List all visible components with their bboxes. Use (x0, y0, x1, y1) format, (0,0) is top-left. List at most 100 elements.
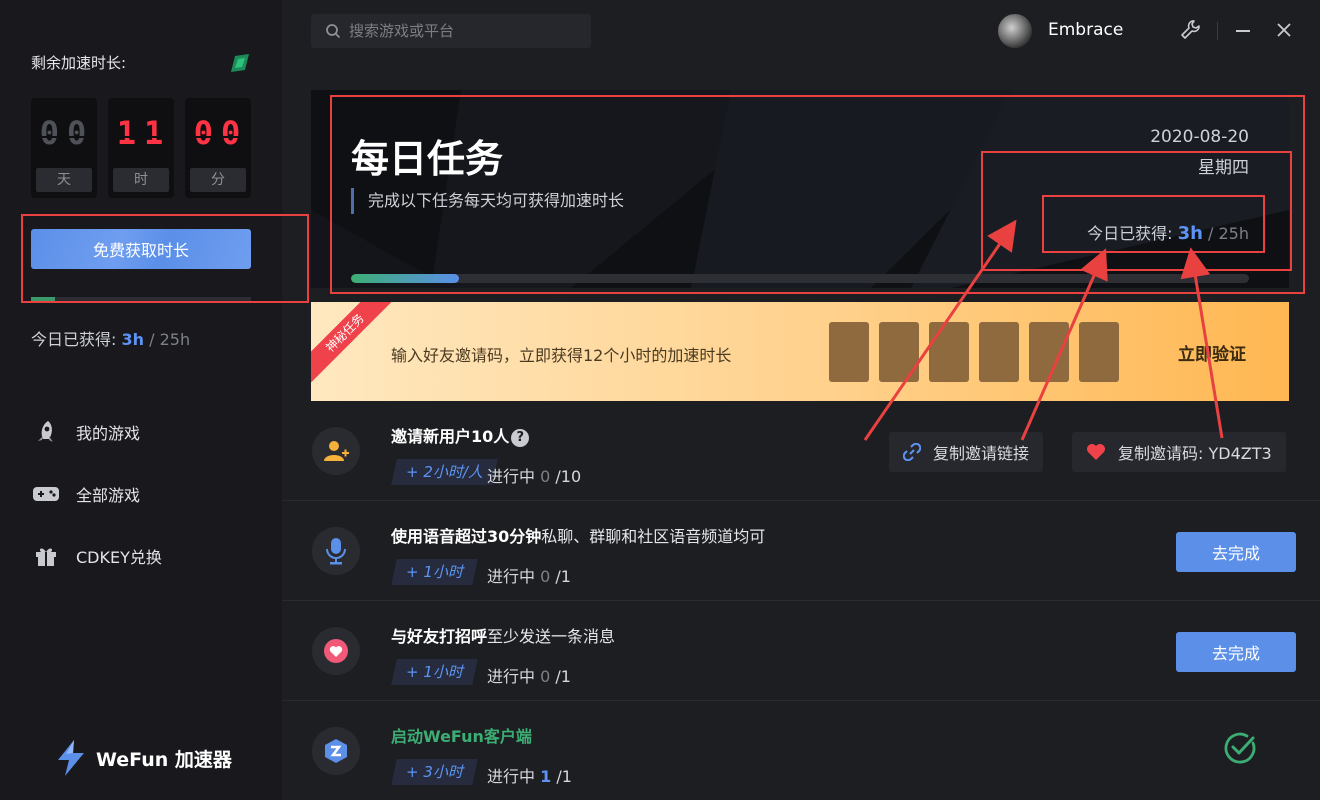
task-status: 进行中 0 /1 (487, 663, 571, 687)
wefun-app-icon (312, 727, 360, 775)
heart-icon (1086, 443, 1106, 461)
copy-invite-code-label: 复制邀请码: YD4ZT3 (1118, 444, 1272, 463)
username[interactable]: Embrace (1048, 20, 1123, 40)
wrench-icon[interactable] (1180, 20, 1200, 40)
go-complete-button[interactable]: 去完成 (1176, 532, 1296, 572)
microphone-icon (312, 527, 360, 575)
task-progress-total: /1 (556, 767, 572, 786)
verify-now-button[interactable]: 立即验证 (1178, 340, 1246, 365)
nav-my-games[interactable]: 我的游戏 (31, 416, 251, 448)
nav-all-games[interactable]: 全部游戏 (31, 478, 251, 510)
task-title-main: 使用语音超过30分钟 (391, 527, 542, 546)
task-reward-text: + 1小时 (406, 563, 463, 581)
daily-task-banner: 每日任务 完成以下任务每天均可获得加速时长 2020-08-20 星期四 今日已… (311, 90, 1289, 288)
task-status-label: 进行中 (487, 667, 536, 686)
task-row-greet-friend: 与好友打招呼至少发送一条消息 + 1小时 进行中 0 /1 去完成 (282, 601, 1320, 701)
invite-code-slot[interactable] (1029, 322, 1069, 382)
nav-cdkey[interactable]: CDKEY兑换 (31, 540, 251, 572)
sidebar: 剩余加速时长: 00 天 11 时 00 分 免费获取时长 今日已获得: 3h … (0, 0, 282, 800)
gamepad-icon (31, 479, 61, 509)
invite-code-slot[interactable] (829, 322, 869, 382)
lightning-logo-icon (58, 740, 84, 776)
today-earned-total: / 25h (149, 330, 191, 349)
check-circle-icon (1224, 732, 1256, 764)
task-title-main: 启动WeFun客户端 (391, 727, 532, 746)
copy-invite-code-button[interactable]: 复制邀请码: YD4ZT3 (1072, 432, 1286, 472)
task-title-detail: 至少发送一条消息 (487, 627, 616, 646)
timer-days: 00 天 (31, 98, 97, 198)
task-progress-total: /1 (555, 567, 571, 586)
today-earned-label: 今日已获得: (31, 330, 117, 349)
task-title-detail: 私聊、群聊和社区语音频道均可 (541, 527, 766, 546)
add-user-icon (312, 427, 360, 475)
task-reward-text: + 3小时 (406, 763, 463, 781)
task-progress-count: 0 (540, 567, 551, 586)
invite-code-prompt: 输入好友邀请码，立即获得12个小时的加速时长 (391, 346, 732, 365)
task-status-label: 进行中 (487, 767, 536, 786)
avatar[interactable] (998, 14, 1032, 48)
banner-progress-bar (351, 274, 1249, 283)
task-reward-badge: + 1小时 (391, 559, 478, 585)
remaining-time-title: 剩余加速时长: (31, 54, 127, 72)
banner-today-earned: 今日已获得: 3h / 25h (1087, 220, 1249, 244)
rocket-icon (31, 417, 61, 447)
invite-code-slot[interactable] (879, 322, 919, 382)
close-icon[interactable] (1276, 22, 1292, 38)
timer-hours-unit: 时 (113, 168, 169, 192)
nav-cdkey-label: CDKEY兑换 (76, 548, 162, 567)
task-title: 启动WeFun客户端 (391, 723, 532, 747)
search-input[interactable] (349, 14, 579, 48)
today-earned-hours: 3h (121, 330, 145, 349)
invite-code-slot[interactable] (1079, 322, 1119, 382)
task-progress-count: 1 (540, 767, 552, 786)
task-reward-badge: + 3小时 (391, 759, 478, 785)
task-title-main: 邀请新用户10人 (391, 427, 510, 446)
task-row-invite-users: 邀请新用户10人? + 2小时/人 进行中 0 /10 复制邀请链接 复制邀请码… (282, 401, 1320, 501)
timer-hours: 11 时 (108, 98, 174, 198)
titlebar-divider (1217, 22, 1218, 40)
banner-earned-hours: 3h (1177, 223, 1203, 244)
timer-days-value: 00 (39, 114, 95, 152)
search-icon (326, 24, 341, 39)
today-earned: 今日已获得: 3h / 25h (31, 326, 190, 350)
task-status: 进行中 1 /1 (487, 763, 572, 787)
task-title: 使用语音超过30分钟私聊、群聊和社区语音频道均可 (391, 523, 765, 547)
timer-days-unit: 天 (36, 168, 92, 192)
task-progress-count: 0 (540, 667, 551, 686)
timer-hours-value: 11 (116, 114, 172, 152)
sidebar-progress-bar (31, 297, 251, 301)
task-title: 邀请新用户10人? (391, 423, 530, 447)
nav-all-games-label: 全部游戏 (76, 486, 141, 505)
link-icon (903, 443, 921, 461)
banner-title: 每日任务 (351, 137, 504, 181)
timer-minutes: 00 分 (185, 98, 251, 198)
task-title-main: 与好友打招呼 (391, 627, 488, 646)
copy-invite-link-label: 复制邀请链接 (933, 444, 1030, 463)
go-complete-button[interactable]: 去完成 (1176, 632, 1296, 672)
brand-mark-icon (231, 54, 249, 72)
banner-earned-label: 今日已获得: (1087, 224, 1173, 243)
task-reward-text: + 1小时 (406, 663, 463, 681)
task-progress-count: 0 (540, 467, 551, 486)
invite-code-slot[interactable] (979, 322, 1019, 382)
banner-progress-fill (351, 274, 459, 283)
task-reward-badge: + 1小时 (391, 659, 478, 685)
banner-weekday: 星期四 (1198, 158, 1249, 178)
app-window: 剩余加速时长: 00 天 11 时 00 分 免费获取时长 今日已获得: 3h … (0, 0, 1320, 800)
gift-icon (31, 541, 61, 571)
heart-chat-icon (312, 627, 360, 675)
help-icon[interactable]: ? (511, 429, 530, 447)
invite-code-slot[interactable] (929, 322, 969, 382)
task-reward-badge: + 2小时/人 (391, 459, 498, 485)
task-row-launch-client: 启动WeFun客户端 + 3小时 进行中 1 /1 (282, 701, 1320, 800)
timer-minutes-value: 00 (193, 114, 249, 152)
free-time-button[interactable]: 免费获取时长 (31, 229, 251, 269)
banner-earned-total: / 25h (1208, 224, 1249, 243)
task-title: 与好友打招呼至少发送一条消息 (391, 623, 615, 647)
task-reward-text: + 2小时/人 (406, 463, 483, 481)
minimize-icon[interactable] (1236, 30, 1250, 32)
brand-name: WeFun 加速器 (96, 748, 232, 771)
copy-invite-link-button[interactable]: 复制邀请链接 (889, 432, 1044, 472)
search-box (311, 14, 591, 48)
task-status-label: 进行中 (487, 467, 536, 486)
